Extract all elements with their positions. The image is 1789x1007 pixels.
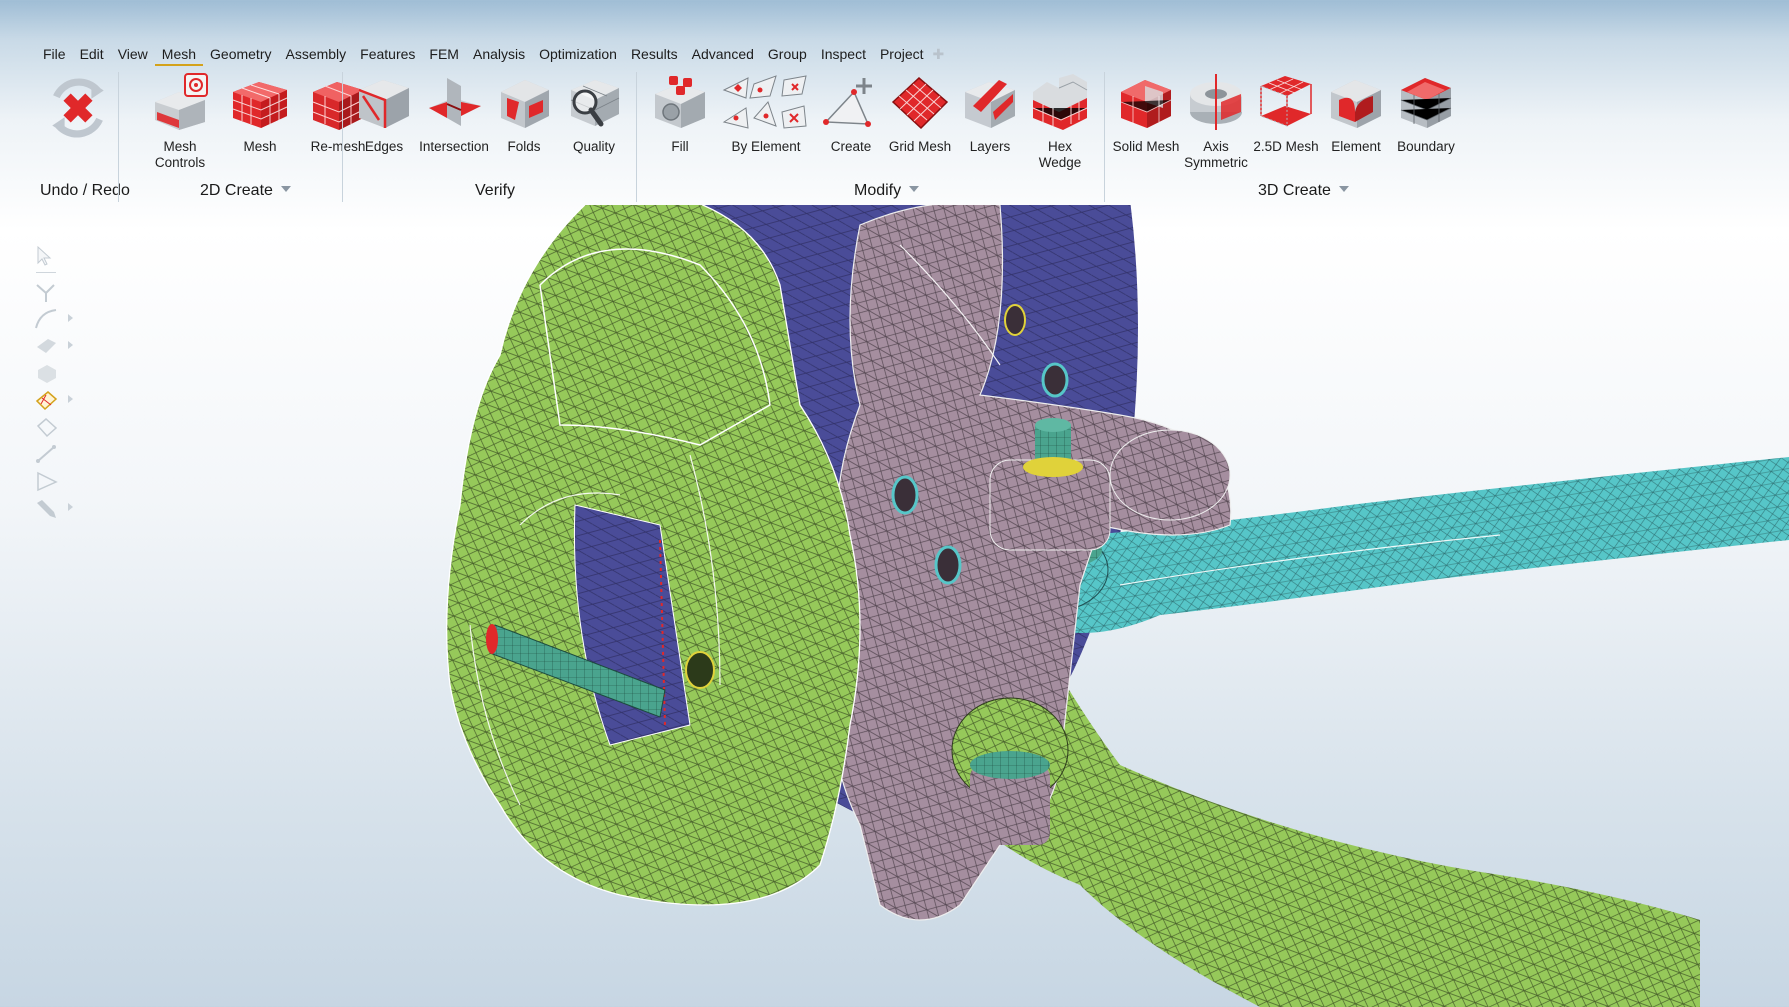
element-button[interactable]: Element xyxy=(1316,72,1396,155)
mesh-model-scene[interactable] xyxy=(0,199,1789,1007)
fill-button[interactable]: Fill xyxy=(640,72,720,155)
menu-inspect[interactable]: Inspect xyxy=(814,44,873,66)
dropdown-arrow-icon[interactable] xyxy=(909,186,920,192)
edges-button[interactable]: Edges xyxy=(344,72,424,155)
element-3d-icon xyxy=(1331,80,1381,128)
grid-mesh-button[interactable]: Grid Mesh xyxy=(880,72,960,155)
menu-advanced[interactable]: Advanced xyxy=(685,44,761,66)
tool-label: Solid Mesh xyxy=(1112,139,1180,154)
edges-icon xyxy=(358,80,409,128)
tool-label: By Element xyxy=(731,139,801,154)
boundary-icon xyxy=(1400,78,1452,128)
tool-label: Quality xyxy=(572,139,616,154)
tool-label: Folds xyxy=(507,139,541,154)
tool-label: Intersection xyxy=(419,139,489,154)
ribbon-separator xyxy=(118,72,119,202)
tool-label: 2.5D Mesh xyxy=(1253,139,1319,154)
layers-icon xyxy=(965,80,1015,128)
tool-label: Mesh Controls xyxy=(154,139,206,170)
group-label-3d-create: 3D Create xyxy=(1258,182,1349,200)
2-5d-mesh-icon xyxy=(1260,76,1312,127)
create-button[interactable]: Create xyxy=(811,72,891,155)
by-element-icon xyxy=(722,75,807,129)
quality-icon xyxy=(570,80,620,127)
menu-edit[interactable]: Edit xyxy=(73,44,111,66)
group-label-verify: Verify xyxy=(475,182,516,199)
undo-redo-button[interactable] xyxy=(38,72,118,144)
menu-results[interactable]: Results xyxy=(624,44,685,66)
menu-file[interactable]: File xyxy=(36,44,73,66)
mesh-controls-button[interactable]: Mesh Controls xyxy=(140,72,220,171)
mesh-icon xyxy=(232,82,288,128)
group-label-2d-create: 2D Create xyxy=(200,182,291,200)
layers-button[interactable]: Layers xyxy=(950,72,1030,155)
dropdown-arrow-icon[interactable] xyxy=(280,186,291,192)
menu-features[interactable]: Features xyxy=(353,44,422,66)
folds-icon xyxy=(501,80,549,128)
menu-analysis[interactable]: Analysis xyxy=(466,44,532,66)
group-label-undo-redo: Undo / Redo xyxy=(40,182,130,199)
tool-label: Hex Wedge xyxy=(1038,139,1082,170)
ribbon-separator xyxy=(636,72,637,202)
hex-wedge-icon xyxy=(1032,74,1088,130)
solid-mesh-icon xyxy=(1120,80,1172,128)
axis-symmetric-button[interactable]: Axis Symmetric xyxy=(1176,72,1256,171)
ribbon-separator xyxy=(1104,72,1105,202)
tool-label: Grid Mesh xyxy=(888,139,952,154)
mesh-button[interactable]: Mesh xyxy=(220,72,300,155)
boundary-button[interactable]: Boundary xyxy=(1386,72,1466,155)
menu-group[interactable]: Group xyxy=(761,44,814,66)
menu-bar: File Edit View Mesh Geometry Assembly Features… xyxy=(36,44,946,66)
menu-project[interactable]: Project xyxy=(873,44,931,66)
solid-mesh-button[interactable]: Solid Mesh xyxy=(1106,72,1186,155)
intersection-button[interactable]: Intersection xyxy=(414,72,494,155)
group-label-modify: Modify xyxy=(854,182,920,200)
undo-redo-icon xyxy=(52,78,104,138)
tool-label: Element xyxy=(1331,139,1381,154)
create-element-icon xyxy=(823,78,872,127)
menu-optimization[interactable]: Optimization xyxy=(532,44,624,66)
menu-geometry[interactable]: Geometry xyxy=(203,44,278,66)
3d-viewport[interactable] xyxy=(0,199,1789,1007)
ribbon: Undo / Redo Mesh Controls Mesh Re-mesh 2… xyxy=(0,64,1789,209)
2-5d-mesh-button[interactable]: 2.5D Mesh xyxy=(1246,72,1326,155)
mesh-controls-icon xyxy=(155,73,208,130)
intersection-icon xyxy=(429,78,481,126)
tool-label: Edges xyxy=(364,139,404,154)
axis-symmetric-icon xyxy=(1190,74,1242,130)
tool-label: Mesh xyxy=(243,139,277,154)
grid-mesh-icon xyxy=(891,76,949,130)
tool-label: Boundary xyxy=(1397,139,1455,154)
by-element-button[interactable]: By Element xyxy=(722,72,807,155)
menu-assembly[interactable]: Assembly xyxy=(278,44,353,66)
tool-label: Layers xyxy=(969,139,1011,154)
add-tab-icon[interactable]: ✚ xyxy=(931,44,947,66)
menu-fem[interactable]: FEM xyxy=(422,44,466,66)
quality-button[interactable]: Quality xyxy=(554,72,634,155)
dropdown-arrow-icon[interactable] xyxy=(1338,186,1349,192)
tool-label: Axis Symmetric xyxy=(1184,139,1248,170)
ribbon-separator xyxy=(342,72,343,202)
tool-label: Create xyxy=(830,139,872,154)
fill-icon xyxy=(655,76,705,128)
menu-view[interactable]: View xyxy=(111,44,155,66)
folds-button[interactable]: Folds xyxy=(484,72,564,155)
tool-label: Fill xyxy=(671,139,689,154)
hex-wedge-button[interactable]: Hex Wedge xyxy=(1020,72,1100,171)
menu-mesh[interactable]: Mesh xyxy=(154,44,204,66)
